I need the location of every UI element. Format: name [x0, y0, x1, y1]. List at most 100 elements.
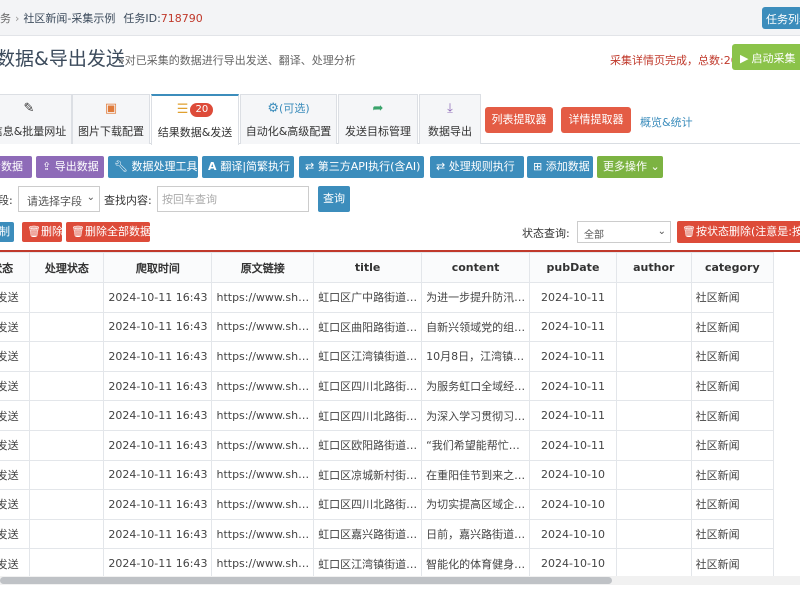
table-row[interactable]: 待发送 2024-10-11 16:43https://www.sh…虹口区江湾镇… [0, 548, 775, 579]
view-data-label: 看数据 [0, 160, 23, 173]
task-list-button[interactable]: 任务列表 [762, 7, 800, 29]
trash-icon: 🗑︎ [27, 225, 41, 238]
column-header[interactable]: 原文链接 [211, 252, 315, 283]
column-header[interactable]: category [690, 252, 775, 283]
table-cell: 2024-10-11 16:43 [103, 548, 213, 579]
tab-info-urls[interactable]: ✎ 信息&批量网址 [0, 94, 72, 144]
breadcrumb: 务 › 社区新闻-采集示例 任务ID:718790 [0, 10, 203, 26]
table-row[interactable]: 待发送 2024-10-11 16:43https://www.sh…虹口区嘉兴路… [0, 518, 775, 550]
table-row[interactable]: 待发送 2024-10-11 16:43https://www.sh…虹口区广中路… [0, 282, 775, 313]
process-rules-button[interactable]: ⇄ 处理规则执行 [430, 156, 524, 178]
table-cell: 2024-10-11 16:43 [103, 400, 213, 431]
table-row[interactable]: 待发送 2024-10-11 16:43https://www.sh…虹口区四川北… [0, 370, 775, 402]
third-party-api-button[interactable]: ⇄ 第三方API执行(含AI) [299, 156, 424, 178]
detail-extractor-button[interactable]: 详情提取器 [561, 107, 631, 133]
table-row[interactable]: 待发送 2024-10-11 16:43https://www.sh…虹口区凉城新… [0, 459, 775, 491]
column-header[interactable]: 爬取时间 [103, 252, 213, 283]
chevron-down-icon: ⌄ [657, 226, 666, 237]
query-button[interactable]: 查询 [318, 186, 350, 212]
field-label: 段: [0, 194, 13, 207]
table-cell: 社区新闻 [690, 311, 775, 343]
tab-optional-label: (可选) [279, 102, 310, 115]
tab-data-export[interactable]: ⤓ 数据导出 [419, 94, 481, 144]
add-data-label: 添加数据 [545, 160, 590, 173]
table-cell: 为深入学习贯彻习… [421, 400, 531, 431]
table-cell[interactable]: https://www.sh… [211, 489, 315, 520]
add-data-button[interactable]: ⊞ 添加数据 [527, 156, 593, 178]
tab-send-target[interactable]: ➦ 发送目标管理 [338, 94, 418, 144]
data-process-tool-label: 数据处理工具 [131, 160, 198, 173]
column-header[interactable]: content [421, 252, 531, 283]
breadcrumb-prev[interactable]: 务 [0, 12, 11, 25]
column-header[interactable]: author [615, 252, 692, 283]
table-cell: 2024-10-11 16:43 [103, 282, 213, 313]
table-cell [29, 489, 105, 520]
table-cell [615, 429, 692, 461]
table-cell [29, 311, 105, 343]
tab-automation[interactable]: ⚙(可选) 自动化&高级配置 [240, 94, 337, 144]
column-header[interactable]: 处理状态 [29, 252, 105, 283]
column-header[interactable]: pubDate [529, 252, 617, 283]
copy-button[interactable]: 制 [0, 222, 14, 242]
table-cell: 在重阳佳节到来之… [421, 459, 531, 491]
table-cell[interactable]: https://www.sh… [211, 341, 315, 372]
overview-stats-link[interactable]: 概览&统计 [640, 114, 693, 130]
list-extractor-button[interactable]: 列表提取器 [485, 107, 553, 133]
export-data-button[interactable]: ⇪ 导出数据 [36, 156, 104, 178]
tab-label: 图片下载配置 [78, 125, 144, 138]
table-cell: 为进一步提升防汛… [421, 282, 531, 313]
table-cell[interactable]: https://www.sh… [211, 282, 315, 313]
table-row[interactable]: 待发送 2024-10-11 16:43https://www.sh…虹口区江湾镇… [0, 341, 775, 372]
table-cell: 待发送 [0, 341, 31, 372]
table-row[interactable]: 待发送 2024-10-11 16:43https://www.sh…虹口区四川北… [0, 400, 775, 431]
table-cell: 2024-10-10 [529, 459, 617, 491]
tab-result-data[interactable]: ☰ 20 结果数据&发送 [151, 94, 239, 145]
table-cell: 社区新闻 [690, 370, 775, 402]
table-cell: 2024-10-11 16:43 [103, 518, 213, 550]
translate-button[interactable]: A 翻译|简繁执行 [202, 156, 294, 178]
data-table-wrapper: 状态处理状态爬取时间原文链接titlecontentpubDateauthorc… [0, 250, 800, 580]
field-select[interactable]: 请选择字段 ⌄ [18, 186, 100, 212]
task-list-label: 任务列表 [766, 13, 800, 26]
table-cell: 社区新闻 [690, 341, 775, 372]
more-ops-button[interactable]: 更多操作 ⌄ [597, 156, 663, 178]
table-cell[interactable]: https://www.sh… [211, 400, 315, 431]
export-data-label: 导出数据 [54, 160, 99, 173]
table-row[interactable]: 待发送 2024-10-11 16:43https://www.sh…虹口区四川北… [0, 489, 775, 520]
delete-button[interactable]: 🗑︎删除 [22, 222, 63, 242]
column-header[interactable]: 状态 [0, 252, 31, 283]
table-row[interactable]: 待发送 2024-10-11 16:43https://www.sh…虹口区曲阳路… [0, 311, 775, 343]
table-header-row: 状态处理状态爬取时间原文链接titlecontentpubDateauthorc… [0, 252, 775, 283]
tab-image-download[interactable]: ▣ 图片下载配置 [72, 94, 150, 144]
start-collect-button[interactable]: ▶ 启动采集 [732, 44, 800, 70]
search-input[interactable] [157, 186, 309, 212]
task-id-value: 718790 [160, 12, 203, 25]
status-query-label: 状态查询: [522, 227, 570, 240]
process-rules-label: 处理规则执行 [448, 160, 515, 173]
table-cell: 虹口区欧阳路街道… [313, 429, 423, 461]
play-icon: ▶ [740, 52, 749, 65]
delete-all-button[interactable]: 🗑︎删除全部数据 [66, 222, 151, 242]
table-cell: 虹口区江湾镇街道… [313, 548, 423, 579]
table-cell[interactable]: https://www.sh… [211, 459, 315, 491]
table-cell[interactable]: https://www.sh… [211, 311, 315, 343]
table-cell: 虹口区广中路街道… [313, 282, 423, 313]
table-cell[interactable]: https://www.sh… [211, 429, 315, 461]
view-data-button[interactable]: 看数据 [0, 156, 32, 178]
column-header[interactable]: title [313, 252, 423, 283]
table-cell: 2024-10-11 16:43 [103, 370, 213, 402]
table-cell: 待发送 [0, 518, 31, 550]
table-cell[interactable]: https://www.sh… [211, 548, 315, 579]
status-select-value: 全部 [584, 230, 604, 241]
status-select[interactable]: 全部 ⌄ [577, 221, 671, 243]
data-process-tool-button[interactable]: 🔧︎ 数据处理工具 [108, 156, 198, 178]
exchange-icon: ⇄ [305, 160, 318, 173]
table-row[interactable]: 待发送 2024-10-11 16:43https://www.sh…虹口区欧阳路… [0, 429, 775, 461]
table-cell[interactable]: https://www.sh… [211, 518, 315, 550]
table-cell[interactable]: https://www.sh… [211, 370, 315, 402]
table-cell: 待发送 [0, 548, 31, 579]
horizontal-scrollbar-thumb[interactable] [0, 577, 612, 584]
delete-by-status-button[interactable]: 🗑︎按状态删除(注意是:按状态 [677, 221, 800, 243]
table-cell: 社区新闻 [690, 400, 775, 431]
table-cell [29, 429, 105, 461]
